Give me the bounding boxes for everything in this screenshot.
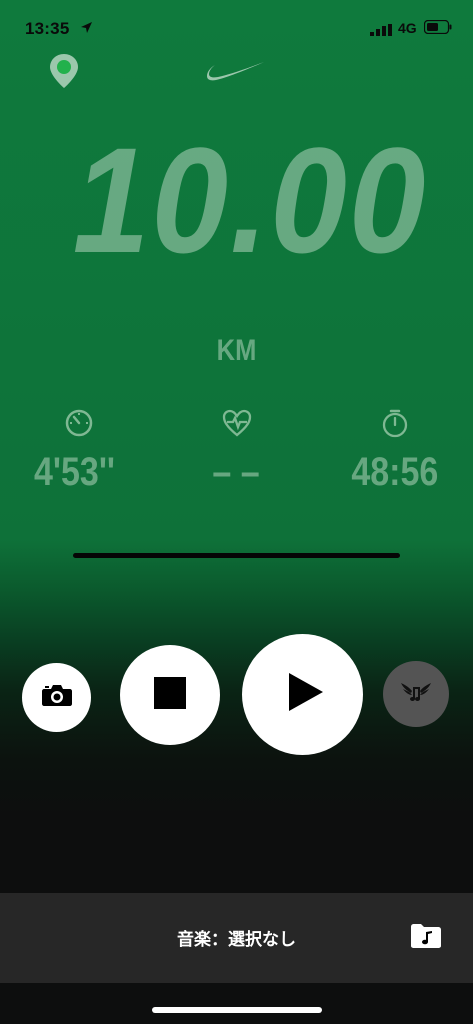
- play-icon: [288, 673, 323, 716]
- nike-swoosh-icon: [206, 60, 266, 87]
- network-type: 4G: [398, 20, 417, 36]
- camera-button[interactable]: [22, 663, 91, 732]
- distance-value: 10.00: [72, 116, 428, 284]
- play-button[interactable]: [242, 634, 363, 755]
- stop-button[interactable]: [120, 645, 220, 745]
- stopwatch-icon: [380, 408, 410, 443]
- home-indicator: [152, 1007, 322, 1013]
- camera-icon: [41, 682, 73, 713]
- music-selection-label: 音楽：選択なし: [177, 930, 296, 949]
- location-arrow-icon: [80, 21, 93, 39]
- pace-gauge-icon: [64, 408, 94, 443]
- music-folder-icon[interactable]: [410, 923, 442, 954]
- heart-rate-value: – –: [212, 450, 260, 494]
- music-wings-icon: [399, 679, 433, 710]
- battery-icon: [423, 19, 452, 39]
- music-button[interactable]: [383, 661, 449, 727]
- stop-icon: [154, 676, 186, 714]
- status-bar: 13:35 4G: [0, 0, 473, 44]
- pace-value: 4'53'': [34, 450, 115, 494]
- heart-rate-icon: [221, 408, 253, 443]
- divider: [73, 553, 400, 558]
- map-pin-icon[interactable]: [48, 52, 80, 95]
- music-bar[interactable]: 音楽：選択なし: [0, 893, 473, 983]
- status-time: 13:35: [25, 19, 70, 38]
- duration-value: 48:56: [351, 450, 438, 494]
- distance-unit: KM: [216, 334, 257, 367]
- signal-icon: [370, 23, 392, 41]
